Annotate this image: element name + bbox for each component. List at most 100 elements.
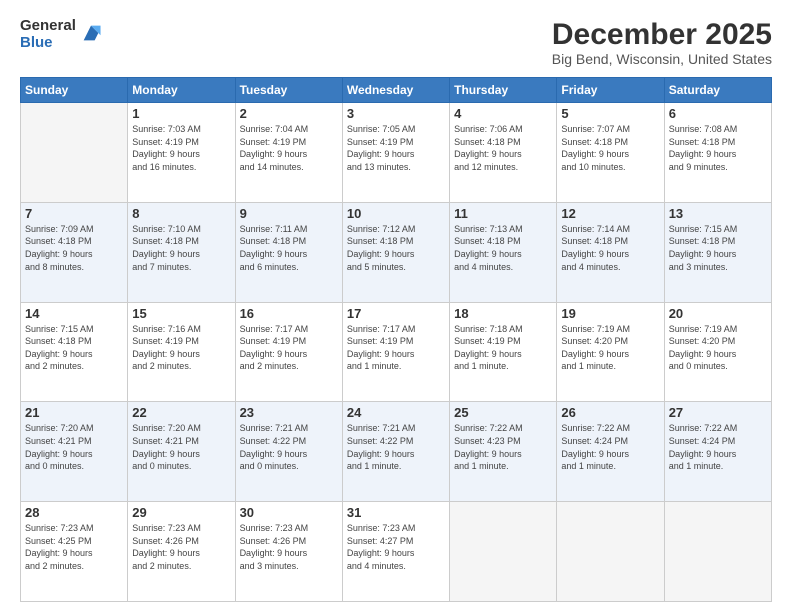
table-row: 25Sunrise: 7:22 AMSunset: 4:23 PMDayligh… [450, 402, 557, 502]
day-number: 22 [132, 405, 230, 420]
day-info: Sunrise: 7:12 AMSunset: 4:18 PMDaylight:… [347, 223, 445, 273]
col-wednesday: Wednesday [342, 78, 449, 103]
table-row: 15 Sunrise: 7:16 AMSunset: 4:19 PMDayligh… [128, 302, 235, 402]
day-number: 21 [25, 405, 123, 420]
day-info: Sunrise: 7:23 AMSunset: 4:26 PMDaylight:… [240, 522, 338, 572]
day-info: Sunrise: 7:17 AMSunset: 4:19 PMDaylight:… [240, 323, 338, 373]
table-row: 5Sunrise: 7:07 AMSunset: 4:18 PMDaylight… [557, 103, 664, 203]
day-number: 20 [669, 306, 767, 321]
calendar-header-row: Sunday Monday Tuesday Wednesday Thursday… [21, 78, 772, 103]
day-info: Sunrise: 7:20 AMSunset: 4:21 PMDaylight:… [25, 422, 123, 472]
day-number: 23 [240, 405, 338, 420]
day-number: 27 [669, 405, 767, 420]
day-info: Sunrise: 7:15 AMSunset: 4:18 PMDaylight:… [669, 223, 767, 273]
table-row: 16 Sunrise: 7:17 AMSunset: 4:19 PMDayligh… [235, 302, 342, 402]
day-number: 2 [240, 106, 338, 121]
logo-icon [80, 22, 102, 44]
day-info: Sunrise: 7:09 AMSunset: 4:18 PMDaylight:… [25, 223, 123, 273]
table-row: 22 Sunrise: 7:20 AMSunset: 4:21 PMDayligh… [128, 402, 235, 502]
day-number: 1 [132, 106, 230, 121]
day-info: Sunrise: 7:05 AMSunset: 4:19 PMDaylight:… [347, 123, 445, 173]
day-info: Sunrise: 7:13 AMSunset: 4:18 PMDaylight:… [454, 223, 552, 273]
day-info: Sunrise: 7:19 AMSunset: 4:20 PMDaylight:… [669, 323, 767, 373]
day-number: 7 [25, 206, 123, 221]
day-info: Sunrise: 7:23 AMSunset: 4:27 PMDaylight:… [347, 522, 445, 572]
day-info: Sunrise: 7:23 AMSunset: 4:25 PMDaylight:… [25, 522, 123, 572]
day-number: 10 [347, 206, 445, 221]
day-number: 17 [347, 306, 445, 321]
table-row: 11 Sunrise: 7:13 AMSunset: 4:18 PMDayligh… [450, 202, 557, 302]
table-row: 6 Sunrise: 7:08 AMSunset: 4:18 PMDaylight… [664, 103, 771, 203]
col-monday: Monday [128, 78, 235, 103]
day-info: Sunrise: 7:10 AMSunset: 4:18 PMDaylight:… [132, 223, 230, 273]
day-info: Sunrise: 7:16 AMSunset: 4:19 PMDaylight:… [132, 323, 230, 373]
day-info: Sunrise: 7:21 AMSunset: 4:22 PMDaylight:… [347, 422, 445, 472]
table-row: 30 Sunrise: 7:23 AMSunset: 4:26 PMDayligh… [235, 502, 342, 602]
table-row: 9Sunrise: 7:11 AMSunset: 4:18 PMDaylight… [235, 202, 342, 302]
table-row: 21 Sunrise: 7:20 AMSunset: 4:21 PMDayligh… [21, 402, 128, 502]
col-saturday: Saturday [664, 78, 771, 103]
table-row: 12Sunrise: 7:14 AMSunset: 4:18 PMDayligh… [557, 202, 664, 302]
table-row: 4 Sunrise: 7:06 AMSunset: 4:18 PMDaylight… [450, 103, 557, 203]
day-number: 30 [240, 505, 338, 520]
col-friday: Friday [557, 78, 664, 103]
day-info: Sunrise: 7:22 AMSunset: 4:24 PMDaylight:… [561, 422, 659, 472]
day-info: Sunrise: 7:08 AMSunset: 4:18 PMDaylight:… [669, 123, 767, 173]
table-row: 14 Sunrise: 7:15 AMSunset: 4:18 PMDayligh… [21, 302, 128, 402]
page: General Blue December 2025 Big Bend, Wis… [0, 0, 792, 612]
day-number: 14 [25, 306, 123, 321]
table-row: 18 Sunrise: 7:18 AMSunset: 4:19 PMDayligh… [450, 302, 557, 402]
table-row: 8Sunrise: 7:10 AMSunset: 4:18 PMDaylight… [128, 202, 235, 302]
col-thursday: Thursday [450, 78, 557, 103]
day-info: Sunrise: 7:21 AMSunset: 4:22 PMDaylight:… [240, 422, 338, 472]
table-row: 31Sunrise: 7:23 AMSunset: 4:27 PMDayligh… [342, 502, 449, 602]
day-info: Sunrise: 7:22 AMSunset: 4:24 PMDaylight:… [669, 422, 767, 472]
day-number: 4 [454, 106, 552, 121]
day-number: 19 [561, 306, 659, 321]
day-info: Sunrise: 7:22 AMSunset: 4:23 PMDaylight:… [454, 422, 552, 472]
table-row: 24Sunrise: 7:21 AMSunset: 4:22 PMDayligh… [342, 402, 449, 502]
day-info: Sunrise: 7:18 AMSunset: 4:19 PMDaylight:… [454, 323, 552, 373]
logo: General Blue [20, 18, 102, 51]
day-number: 13 [669, 206, 767, 221]
day-info: Sunrise: 7:06 AMSunset: 4:18 PMDaylight:… [454, 123, 552, 173]
day-number: 16 [240, 306, 338, 321]
day-info: Sunrise: 7:20 AMSunset: 4:21 PMDaylight:… [132, 422, 230, 472]
day-info: Sunrise: 7:15 AMSunset: 4:18 PMDaylight:… [25, 323, 123, 373]
day-info: Sunrise: 7:04 AMSunset: 4:19 PMDaylight:… [240, 123, 338, 173]
table-row: 29Sunrise: 7:23 AMSunset: 4:26 PMDayligh… [128, 502, 235, 602]
calendar-week-row: 14 Sunrise: 7:15 AMSunset: 4:18 PMDayligh… [21, 302, 772, 402]
day-number: 15 [132, 306, 230, 321]
table-row [664, 502, 771, 602]
day-info: Sunrise: 7:07 AMSunset: 4:18 PMDaylight:… [561, 123, 659, 173]
col-tuesday: Tuesday [235, 78, 342, 103]
day-info: Sunrise: 7:23 AMSunset: 4:26 PMDaylight:… [132, 522, 230, 572]
table-row: 23 Sunrise: 7:21 AMSunset: 4:22 PMDayligh… [235, 402, 342, 502]
calendar-week-row: 21 Sunrise: 7:20 AMSunset: 4:21 PMDayligh… [21, 402, 772, 502]
table-row: 10 Sunrise: 7:12 AMSunset: 4:18 PMDayligh… [342, 202, 449, 302]
table-row: 28Sunrise: 7:23 AMSunset: 4:25 PMDayligh… [21, 502, 128, 602]
calendar-subtitle: Big Bend, Wisconsin, United States [552, 51, 772, 67]
table-row: 13 Sunrise: 7:15 AMSunset: 4:18 PMDayligh… [664, 202, 771, 302]
table-row: 17Sunrise: 7:17 AMSunset: 4:19 PMDayligh… [342, 302, 449, 402]
calendar-week-row: 7 Sunrise: 7:09 AMSunset: 4:18 PMDaylight… [21, 202, 772, 302]
logo-general: General [20, 18, 76, 35]
day-number: 3 [347, 106, 445, 121]
day-number: 6 [669, 106, 767, 121]
table-row: 27 Sunrise: 7:22 AMSunset: 4:24 PMDayligh… [664, 402, 771, 502]
col-sunday: Sunday [21, 78, 128, 103]
header: General Blue December 2025 Big Bend, Wis… [20, 18, 772, 67]
calendar-table: Sunday Monday Tuesday Wednesday Thursday… [20, 77, 772, 602]
day-info: Sunrise: 7:14 AMSunset: 4:18 PMDaylight:… [561, 223, 659, 273]
table-row: 26 Sunrise: 7:22 AMSunset: 4:24 PMDayligh… [557, 402, 664, 502]
logo-text: General Blue [20, 18, 76, 51]
day-info: Sunrise: 7:19 AMSunset: 4:20 PMDaylight:… [561, 323, 659, 373]
table-row: 3 Sunrise: 7:05 AMSunset: 4:19 PMDaylight… [342, 103, 449, 203]
table-row: 19 Sunrise: 7:19 AMSunset: 4:20 PMDayligh… [557, 302, 664, 402]
day-number: 11 [454, 206, 552, 221]
title-block: December 2025 Big Bend, Wisconsin, Unite… [552, 18, 772, 67]
table-row: 2 Sunrise: 7:04 AMSunset: 4:19 PMDaylight… [235, 103, 342, 203]
day-number: 26 [561, 405, 659, 420]
table-row: 1Sunrise: 7:03 AMSunset: 4:19 PMDaylight… [128, 103, 235, 203]
day-number: 18 [454, 306, 552, 321]
